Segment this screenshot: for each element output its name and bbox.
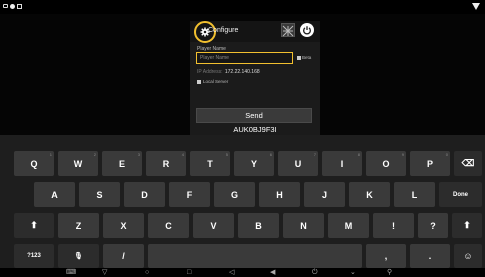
recents-icon[interactable]: □ xyxy=(187,268,191,277)
key-period[interactable]: . xyxy=(410,244,450,268)
local-server-label: Local Server xyxy=(203,79,229,84)
soft-keyboard: Q1 W2 E3 R4 T5 Y6 U7 I8 O9 P0 ⌫ A S D F … xyxy=(0,135,485,268)
beta-checkbox[interactable] xyxy=(297,56,301,60)
emoji-key[interactable]: ☺ xyxy=(454,244,482,268)
symbols-key[interactable]: ?123 xyxy=(14,244,54,268)
key-label: Q xyxy=(30,158,38,169)
key-u[interactable]: U7 xyxy=(278,151,318,176)
key-y[interactable]: Y6 xyxy=(234,151,274,176)
key-label: T xyxy=(207,158,213,169)
navigation-bar: ⌨ ▽ ○ □ ◁ ◀ ⏻ ⌄ ⚲ xyxy=(0,268,485,277)
grid-icon[interactable] xyxy=(281,23,295,37)
key-s[interactable]: S xyxy=(79,182,120,207)
mic-icon: 🎙 xyxy=(74,253,83,260)
key-number: 4 xyxy=(181,152,184,157)
power-icon[interactable] xyxy=(300,23,314,37)
key-b[interactable]: B xyxy=(238,213,279,238)
key-question[interactable]: ? xyxy=(418,213,448,238)
square-notification-icon xyxy=(17,4,22,9)
mic-key[interactable]: 🎙 xyxy=(58,244,99,268)
key-p[interactable]: P0 xyxy=(410,151,450,176)
key-label: W xyxy=(73,158,83,169)
key-m[interactable]: M xyxy=(328,213,369,238)
circle-notification-icon xyxy=(10,4,15,9)
key-number: 0 xyxy=(445,152,448,157)
app-area: Configure Player Name Beta IP Address: 1… xyxy=(0,14,485,135)
key-number: 5 xyxy=(225,152,228,157)
volume-up-icon[interactable]: ◀ xyxy=(270,268,275,277)
key-i[interactable]: I8 xyxy=(322,151,362,176)
local-server-checkbox[interactable] xyxy=(197,80,201,84)
home-icon[interactable]: ○ xyxy=(145,268,149,277)
dialog-header: Configure xyxy=(190,21,320,43)
send-button[interactable]: Send xyxy=(196,108,312,123)
player-name-input[interactable] xyxy=(196,52,293,64)
space-key[interactable] xyxy=(148,244,362,268)
backspace-key[interactable]: ⌫ xyxy=(454,151,482,176)
key-label: U xyxy=(294,158,302,169)
shift-key-right[interactable]: ⬆ xyxy=(452,213,482,238)
key-number: 9 xyxy=(401,152,404,157)
status-bar xyxy=(0,0,485,14)
ip-address-line: IP Address: 172.22.140.168 xyxy=(197,69,260,75)
search-icon[interactable]: ⚲ xyxy=(387,268,392,277)
key-g[interactable]: G xyxy=(214,182,255,207)
notification-icon xyxy=(3,4,8,8)
power-nav-icon[interactable]: ⏻ xyxy=(312,268,318,277)
key-label: O xyxy=(382,158,390,169)
key-number: 7 xyxy=(313,152,316,157)
key-exclamation[interactable]: ! xyxy=(373,213,414,238)
hide-keyboard-icon[interactable]: ⌄ xyxy=(350,268,356,277)
ip-address-value: 172.22.140.168 xyxy=(224,69,260,75)
key-x[interactable]: X xyxy=(103,213,144,238)
key-j[interactable]: J xyxy=(304,182,345,207)
key-label: E xyxy=(118,158,125,169)
configure-dialog: Configure Player Name Beta IP Address: 1… xyxy=(190,21,320,135)
shift-icon: ⬆ xyxy=(463,220,471,230)
key-label: I xyxy=(340,158,344,169)
key-label: Y xyxy=(250,158,257,169)
key-c[interactable]: C xyxy=(148,213,189,238)
key-h[interactable]: H xyxy=(259,182,300,207)
key-e[interactable]: E3 xyxy=(102,151,142,176)
key-t[interactable]: T5 xyxy=(190,151,230,176)
key-label: P xyxy=(426,158,433,169)
key-o[interactable]: O9 xyxy=(366,151,406,176)
key-l[interactable]: L xyxy=(394,182,435,207)
session-code: AUK0BJ9F3I xyxy=(233,125,277,134)
key-slash[interactable]: / xyxy=(103,244,144,268)
key-f[interactable]: F xyxy=(169,182,210,207)
volume-down-icon[interactable]: ◁ xyxy=(229,268,234,277)
shift-key[interactable]: ⬆ xyxy=(14,213,54,238)
wifi-icon xyxy=(472,3,480,10)
emoji-icon: ☺ xyxy=(463,251,473,261)
key-number: 3 xyxy=(137,152,140,157)
key-a[interactable]: A xyxy=(34,182,75,207)
dialog-title: Configure xyxy=(208,27,239,34)
key-d[interactable]: D xyxy=(124,182,165,207)
key-z[interactable]: Z xyxy=(58,213,99,238)
back-icon[interactable]: ▽ xyxy=(102,268,107,277)
backspace-icon: ⌫ xyxy=(461,158,475,168)
key-r[interactable]: R4 xyxy=(146,151,186,176)
keyboard-icon[interactable]: ⌨ xyxy=(66,268,76,277)
key-number: 8 xyxy=(357,152,360,157)
beta-label: Beta xyxy=(302,55,312,60)
key-label: R xyxy=(162,158,170,169)
key-q[interactable]: Q1 xyxy=(14,151,54,176)
key-n[interactable]: N xyxy=(283,213,324,238)
key-number: 2 xyxy=(93,152,96,157)
key-comma[interactable]: , xyxy=(366,244,406,268)
key-number: 6 xyxy=(269,152,272,157)
key-k[interactable]: K xyxy=(349,182,390,207)
ip-address-label: IP Address: xyxy=(197,69,223,75)
key-v[interactable]: V xyxy=(193,213,234,238)
shift-icon: ⬆ xyxy=(30,220,38,230)
done-key[interactable]: Done xyxy=(439,182,482,207)
key-w[interactable]: W2 xyxy=(58,151,98,176)
key-number: 1 xyxy=(49,152,52,157)
